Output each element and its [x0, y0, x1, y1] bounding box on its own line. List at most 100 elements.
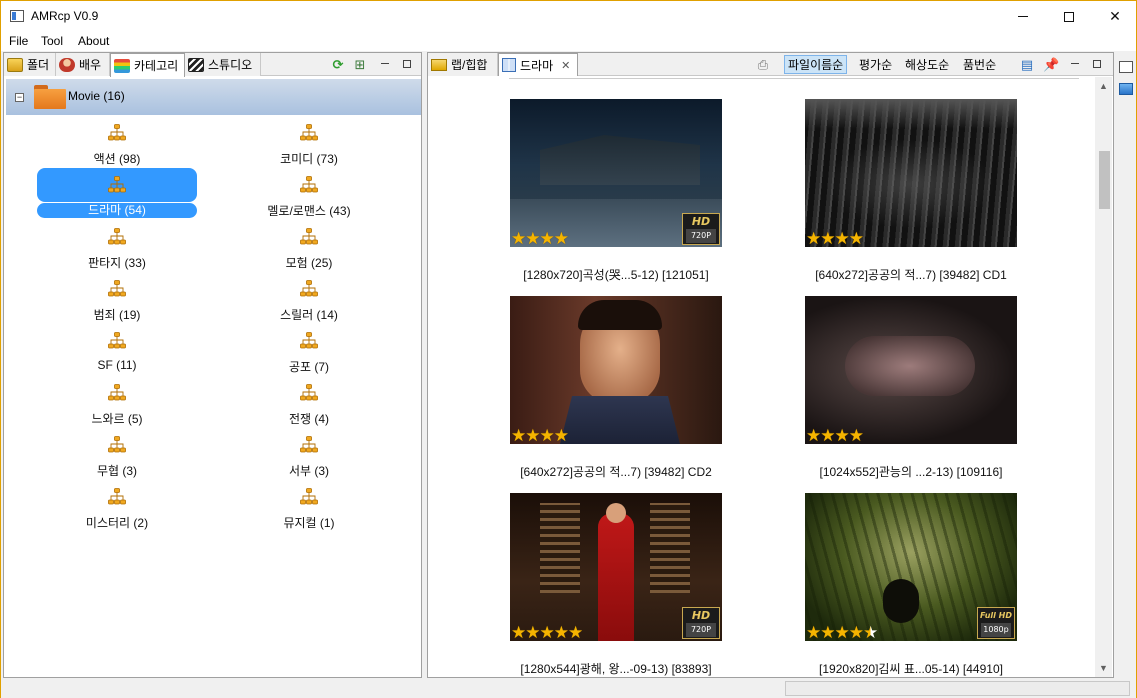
category-icon — [108, 332, 126, 350]
star-icon: ★ — [539, 229, 555, 247]
thumbnail-caption: [1920x820]김씨 표...05-14) [44910] — [819, 662, 1003, 676]
collapse-toggle[interactable]: − — [15, 93, 24, 102]
menu-bar: File Tool About — [1, 32, 1136, 51]
category-label: 멜로/로맨스 (43) — [267, 204, 351, 218]
pane-maximize-button[interactable] — [1091, 58, 1103, 70]
category-label: 액션 (98) — [93, 152, 141, 166]
thumbnail-caption: [1024x552]관능의 ...2-13) [109116] — [819, 465, 1003, 479]
thumbnail-caption: [640x272]공공의 적...7) [39482] CD1 — [815, 268, 1007, 282]
tab-label: 배우 — [79, 58, 102, 72]
tree-add-icon[interactable]: ⊞ — [352, 57, 368, 72]
category-item[interactable]: 모험 (25) — [229, 226, 389, 270]
category-icon — [108, 124, 126, 142]
category-label: 범죄 (19) — [93, 308, 141, 322]
category-icon — [108, 488, 126, 506]
star-icon: ★ — [525, 229, 541, 247]
maximize-button[interactable] — [1046, 1, 1092, 32]
close-button[interactable]: ✕ — [1092, 1, 1137, 32]
category-item[interactable]: 판타지 (33) — [37, 226, 197, 270]
star-icon: ★ — [820, 229, 836, 247]
playlist-icon — [431, 58, 447, 71]
category-item[interactable]: 스릴러 (14) — [229, 278, 389, 322]
thumbnail-image[interactable]: ★ ★ ★ ★ HD 720P — [510, 99, 722, 247]
category-item[interactable]: 미스터리 (2) — [37, 486, 197, 530]
half-star-icon: ★ — [863, 623, 879, 641]
menu-about[interactable]: About — [78, 34, 109, 48]
status-bar — [1, 679, 1136, 698]
thumbnail-caption: [1280x544]광해, 왕...-09-13) [83893] — [520, 662, 712, 676]
category-label: 스릴러 (14) — [280, 308, 338, 322]
title-bar: AMRcp V0.9 ✕ — [1, 1, 1136, 32]
category-item[interactable]: 드라마 (54) — [37, 168, 197, 218]
category-icon — [300, 488, 318, 506]
thumbnail-image[interactable]: ★ ★ ★ ★ — [510, 296, 722, 444]
star-icon: ★ — [553, 426, 569, 444]
sort-button[interactable]: 파일이름순 — [784, 55, 848, 74]
scroll-thumb[interactable] — [1099, 151, 1110, 209]
app-window: AMRcp V0.9 ✕ File Tool About 폴더 배우 카테고리 — [0, 0, 1137, 698]
sort-button[interactable]: 평가순 — [856, 55, 895, 74]
star-icon: ★ — [511, 229, 527, 247]
thumbnail-image[interactable]: ★ ★ ★ ★ ★ Full HD 1080p — [805, 493, 1017, 641]
print-icon[interactable]: ⎙ — [755, 57, 771, 72]
category-item[interactable]: 서부 (3) — [229, 434, 389, 478]
thumbnail-image[interactable]: ★ ★ ★ ★ — [805, 99, 1017, 247]
category-item[interactable]: 코미디 (73) — [229, 122, 389, 166]
category-icon — [108, 228, 126, 246]
star-icon: ★ — [834, 623, 850, 641]
star-icon: ★ — [525, 623, 541, 641]
pin-icon[interactable]: 📌 — [1043, 57, 1059, 72]
badge-quality: Full HD — [980, 611, 1012, 620]
tab-label: 폴더 — [27, 58, 50, 72]
close-tab-icon[interactable]: ✕ — [561, 59, 570, 72]
scroll-down-icon[interactable]: ▼ — [1098, 663, 1109, 674]
star-icon: ★ — [568, 623, 584, 641]
tab-category[interactable]: 카테고리 — [110, 53, 185, 77]
star-icon: ★ — [539, 623, 555, 641]
tab-studio[interactable]: 스튜디오 — [185, 53, 261, 76]
pane-maximize-button[interactable] — [401, 58, 413, 70]
menu-file[interactable]: File — [9, 34, 28, 48]
rating-stars: ★ ★ ★ ★ — [806, 229, 864, 247]
tab-folder[interactable]: 폴더 — [4, 53, 56, 76]
category-item[interactable]: 무협 (3) — [37, 434, 197, 478]
pane-minimize-button[interactable] — [1069, 58, 1081, 70]
star-icon: ★ — [553, 623, 569, 641]
sort-button[interactable]: 해상도순 — [902, 55, 952, 74]
restore-icon[interactable] — [1119, 61, 1133, 73]
thumbnail-pane: 랩/힙합 드라마 ✕ ⎙ 파일이름순 평가순 해상도순 품번순 ▤ 📌 ★ ★ ★ ★ HD 7… — [427, 52, 1114, 678]
category-item[interactable]: SF (11) — [37, 330, 197, 374]
category-icon — [108, 280, 126, 298]
tab-actor[interactable]: 배우 — [56, 53, 110, 76]
category-item[interactable]: 멜로/로맨스 (43) — [229, 174, 389, 218]
thumbnail-image[interactable]: ★ ★ ★ ★ ★ HD 720P — [510, 493, 722, 641]
category-label: 무협 (3) — [96, 464, 138, 478]
category-item[interactable]: 액션 (98) — [37, 122, 197, 166]
star-icon: ★ — [525, 426, 541, 444]
category-item[interactable]: 전쟁 (4) — [229, 382, 389, 426]
tab-rap-hiphop[interactable]: 랩/힙합 — [428, 53, 498, 76]
tab-drama[interactable]: 드라마 ✕ — [498, 53, 578, 76]
category-item[interactable]: 범죄 (19) — [37, 278, 197, 322]
minimize-button[interactable] — [1000, 1, 1046, 32]
sort-button[interactable]: 품번순 — [960, 55, 999, 74]
thumbnail-image[interactable]: ★ ★ ★ ★ — [805, 296, 1017, 444]
maximize-icon — [1064, 11, 1074, 22]
scroll-up-icon[interactable]: ▲ — [1098, 81, 1109, 92]
monitor-icon[interactable] — [1119, 83, 1133, 95]
category-tab-icon — [114, 58, 130, 73]
tree-root-movie[interactable]: − Movie (16) — [6, 79, 421, 115]
category-item[interactable]: 공포 (7) — [229, 330, 389, 374]
minimize-icon — [1018, 16, 1028, 17]
category-item[interactable]: 뮤지컬 (1) — [229, 486, 389, 530]
thumbnail-caption: [640x272]공공의 적...7) [39482] CD2 — [520, 465, 712, 479]
pane-minimize-button[interactable] — [379, 58, 391, 70]
category-item[interactable]: 느와르 (5) — [37, 382, 197, 426]
vertical-scrollbar[interactable]: ▲ ▼ — [1095, 77, 1112, 677]
star-icon: ★ — [553, 229, 569, 247]
menu-tool[interactable]: Tool — [41, 34, 63, 48]
refresh-icon[interactable]: ⟳ — [330, 57, 346, 72]
category-icon — [300, 124, 318, 142]
hd-badge: Full HD 1080p — [977, 607, 1015, 639]
view-settings-icon[interactable]: ▤ — [1019, 57, 1035, 72]
